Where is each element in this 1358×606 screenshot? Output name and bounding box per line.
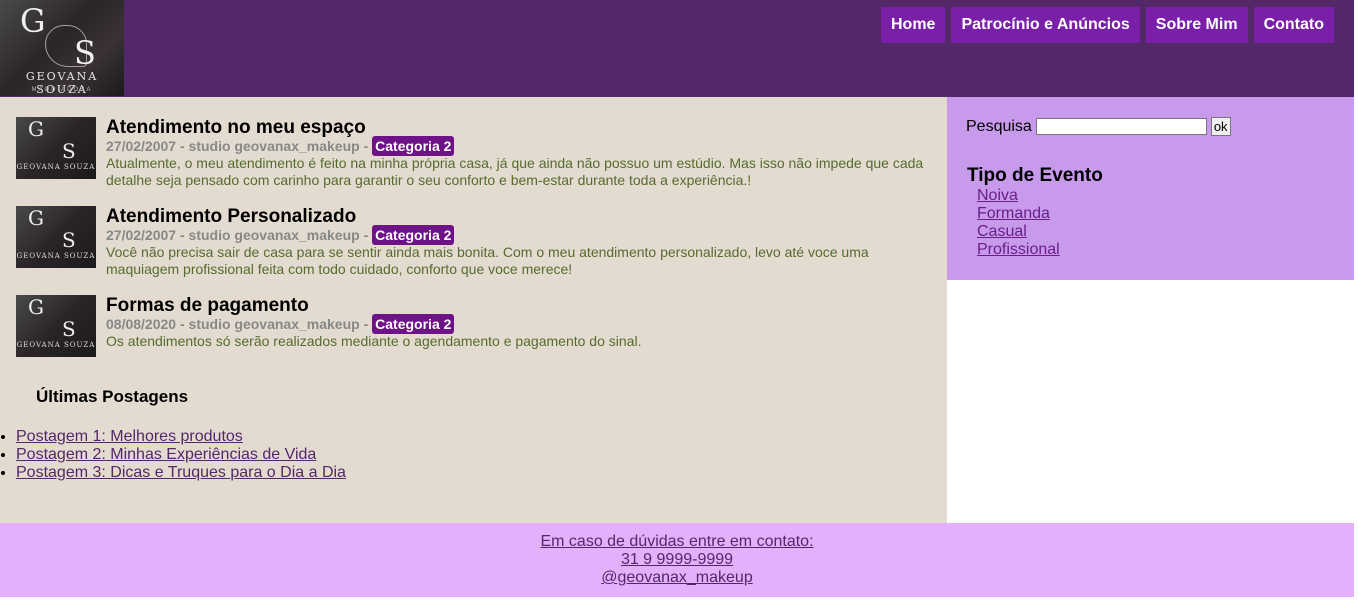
search-input[interactable] <box>1035 118 1207 135</box>
post-date: 27/02/2007 <box>106 138 177 154</box>
thumb-monogram-s: S <box>62 317 76 341</box>
thumb-monogram-g: G <box>28 117 44 141</box>
thumb-monogram-g: G <box>28 206 44 230</box>
thumb-monogram-s: S <box>62 228 76 252</box>
post-date: 08/08/2020 <box>106 316 177 332</box>
post-thumbnail[interactable]: G S GEOVANA SOUZA <box>16 295 96 357</box>
post-excerpt: Os atendimentos só serão realizados medi… <box>106 333 642 349</box>
footer-phone-link[interactable]: 31 9 9999-9999 <box>0 551 1354 569</box>
main-nav: Home Patrocínio e Anúncios Sobre Mim Con… <box>880 7 1334 43</box>
search-submit-button[interactable]: ok <box>1210 117 1231 136</box>
post-meta: 27/02/2007 - studio geovanax_makeup - Ca… <box>106 136 455 156</box>
footer-instagram-link[interactable]: @geovanax_makeup <box>0 569 1354 587</box>
site-logo[interactable]: G S GEOVANA SOUZA MAQUIADORA <box>0 0 124 96</box>
post-thumbnail[interactable]: G S GEOVANA SOUZA <box>16 206 96 268</box>
event-link-noiva[interactable]: Noiva <box>977 187 1060 205</box>
thumb-name: GEOVANA SOUZA <box>16 341 96 349</box>
post-author: studio geovanax_makeup <box>188 138 360 154</box>
event-type-list: Noiva Formanda Casual Profissional <box>977 187 1060 259</box>
latest-post-link[interactable]: Postagem 1: Melhores produtos <box>16 428 243 445</box>
thumb-name: GEOVANA SOUZA <box>16 252 96 260</box>
nav-contact[interactable]: Contato <box>1253 7 1334 43</box>
nav-sponsorship[interactable]: Patrocínio e Anúncios <box>951 7 1140 43</box>
post-author: studio geovanax_makeup <box>188 316 360 332</box>
category-badge[interactable]: Categoria 2 <box>372 225 455 245</box>
event-link-formanda[interactable]: Formanda <box>977 205 1060 223</box>
latest-posts-heading: Últimas Postagens <box>36 387 189 406</box>
sidebar: Pesquisa ok Tipo de Evento Noiva Formand… <box>947 97 1354 280</box>
latest-post-link[interactable]: Postagem 3: Dicas e Truques para o Dia a… <box>16 464 346 481</box>
post-thumbnail[interactable]: G S GEOVANA SOUZA <box>16 117 96 179</box>
list-item: Postagem 2: Minhas Experiências de Vida <box>16 446 346 464</box>
event-link-casual[interactable]: Casual <box>977 223 1060 241</box>
post-date: 27/02/2007 <box>106 227 177 243</box>
latest-post-link[interactable]: Postagem 2: Minhas Experiências de Vida <box>16 446 316 463</box>
thumb-name: GEOVANA SOUZA <box>16 163 96 171</box>
main-content: G S GEOVANA SOUZA Atendimento no meu esp… <box>0 97 947 523</box>
thumb-monogram-g: G <box>28 295 44 319</box>
logo-subtitle: MAQUIADORA <box>31 87 93 93</box>
post-excerpt: Atualmente, o meu atendimento é feito na… <box>106 155 924 188</box>
site-footer: Em caso de dúvidas entre em contato: 31 … <box>0 523 1354 597</box>
search-form: Pesquisa ok <box>966 117 1231 136</box>
logo-monogram-s: S <box>74 34 96 72</box>
post-title[interactable]: Atendimento Personalizado <box>106 206 356 228</box>
nav-home[interactable]: Home <box>880 7 946 43</box>
post-meta: 08/08/2020 - studio geovanax_makeup - Ca… <box>106 314 455 334</box>
search-label: Pesquisa <box>966 117 1032 135</box>
category-badge[interactable]: Categoria 2 <box>372 314 455 334</box>
post-title[interactable]: Atendimento no meu espaço <box>106 117 366 139</box>
footer-contact-link[interactable]: Em caso de dúvidas entre em contato: <box>0 533 1354 551</box>
thumb-monogram-s: S <box>62 139 76 163</box>
list-item: Postagem 1: Melhores produtos <box>16 428 346 446</box>
latest-posts-list: Postagem 1: Melhores produtos Postagem 2… <box>0 428 346 482</box>
category-badge[interactable]: Categoria 2 <box>372 136 455 156</box>
event-link-profissional[interactable]: Profissional <box>977 241 1060 259</box>
post-meta: 27/02/2007 - studio geovanax_makeup - Ca… <box>106 225 455 245</box>
post-title[interactable]: Formas de pagamento <box>106 295 309 317</box>
post-excerpt: Você não precisa sair de casa para se se… <box>106 244 869 277</box>
list-item: Postagem 3: Dicas e Truques para o Dia a… <box>16 464 346 482</box>
post-author: studio geovanax_makeup <box>188 227 360 243</box>
event-type-heading: Tipo de Evento <box>967 165 1103 186</box>
site-header: G S GEOVANA SOUZA MAQUIADORA Home Patroc… <box>0 0 1354 97</box>
nav-about[interactable]: Sobre Mim <box>1145 7 1248 43</box>
logo-monogram-g: G <box>20 2 46 40</box>
